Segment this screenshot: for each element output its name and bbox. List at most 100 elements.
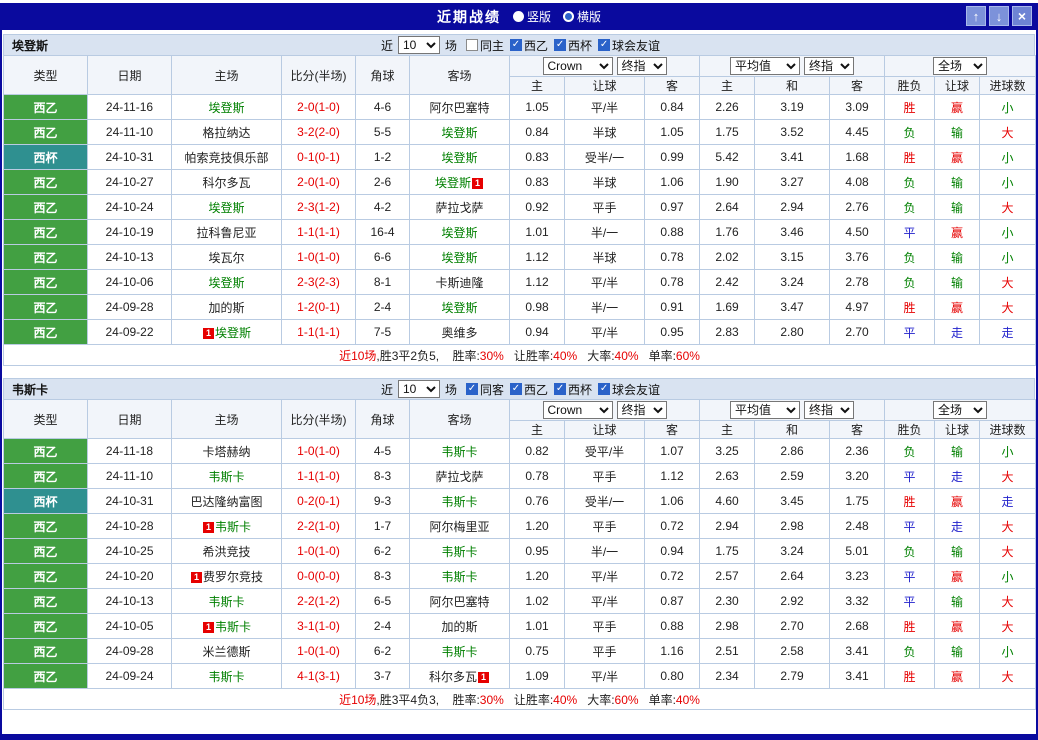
- asian-handicap-line: 受平/半: [564, 438, 645, 464]
- team-name-text: 韦斯卡: [441, 444, 478, 459]
- same-venue-checkbox[interactable]: ✓ 同客: [465, 381, 504, 398]
- asian-odds-type-select[interactable]: 终指: [616, 57, 667, 75]
- checkbox-icon: ✓: [510, 39, 522, 51]
- recent-count-select[interactable]: 10: [397, 380, 440, 398]
- euro-away-odds: 1.68: [829, 144, 885, 170]
- asian-home-odds: 0.76: [509, 488, 565, 514]
- checkbox-icon: ✓: [554, 383, 567, 395]
- scope-select[interactable]: 全场: [933, 57, 988, 75]
- home-team-cell: 1 韦斯卡: [171, 613, 282, 639]
- league-filter-checkbox-2[interactable]: ✓ 球会友谊: [598, 37, 660, 54]
- match-date: 24-09-28: [87, 638, 172, 664]
- window-title: 近期战绩: [436, 8, 501, 25]
- column-header-score: 比分(半场): [281, 55, 356, 95]
- goals-result: 小: [978, 244, 1037, 270]
- scope-select[interactable]: 全场: [933, 401, 988, 419]
- win-loss-result: 胜: [884, 663, 935, 689]
- euro-home-odds: 1.75: [699, 119, 755, 145]
- euro-home-odds: 2.64: [699, 194, 755, 220]
- match-row: 西乙 24-09-28 加的斯 1-2(0-1) 2-4 埃登斯 0.98 半/一 0.91 1.…: [3, 294, 1037, 320]
- league-badge: 西杯: [3, 144, 88, 170]
- recent-count-select[interactable]: 10: [397, 36, 440, 54]
- asian-home-odds: 1.01: [509, 613, 565, 639]
- layout-vertical-radio[interactable]: 竖版: [512, 8, 551, 25]
- layout-horizontal-radio[interactable]: 横版: [563, 8, 601, 25]
- asian-away-odds: 0.87: [644, 588, 700, 614]
- euro-average-select[interactable]: 平均值: [730, 401, 800, 419]
- asian-handicap-line: 平/半: [564, 319, 645, 345]
- handicap-result: 输: [934, 269, 980, 295]
- euro-home-header: 主: [699, 420, 755, 439]
- euro-odds-type-select[interactable]: 终指: [804, 57, 854, 75]
- handicap-result: 赢: [934, 144, 980, 170]
- win-loss-result: 负: [884, 244, 935, 270]
- euro-away-odds: 3.09: [829, 94, 885, 120]
- asian-home-odds: 1.12: [509, 244, 565, 270]
- home-team-cell: 米兰德斯: [171, 638, 282, 664]
- red-card-badge: 1: [202, 521, 214, 533]
- asian-away-odds: 0.94: [644, 538, 700, 564]
- team-name-text: 加的斯: [208, 300, 245, 315]
- home-team-cell: 加的斯: [171, 294, 282, 320]
- league-badge: 西乙: [3, 638, 88, 664]
- match-score: 1-0(1-0): [281, 244, 356, 270]
- column-header-away: 客场: [409, 55, 510, 95]
- team-name-text: 帕索竞技俱乐部: [184, 150, 269, 165]
- away-team-cell: 韦斯卡: [409, 638, 510, 664]
- match-score: 3-1(1-0): [281, 613, 356, 639]
- league-filter-checkbox-1[interactable]: ✓ 西杯: [554, 381, 592, 398]
- match-score: 1-1(1-1): [281, 319, 356, 345]
- team-name-text: 埃登斯: [441, 125, 478, 140]
- asian-odds-dropdowns: Crown 终指: [509, 55, 700, 77]
- league-filter-checkbox-2[interactable]: ✓ 球会友谊: [598, 381, 660, 398]
- move-up-button[interactable]: ↑: [966, 6, 986, 26]
- move-down-button[interactable]: ↓: [989, 6, 1009, 26]
- same-venue-checkbox[interactable]: 同主: [465, 37, 504, 54]
- match-date: 24-09-22: [87, 319, 172, 345]
- home-team-cell: 埃瓦尔: [171, 244, 282, 270]
- away-team-cell: 萨拉戈萨: [409, 463, 510, 489]
- league-filter-checkbox-0[interactable]: ✓ 西乙: [510, 37, 548, 54]
- bookmaker-select[interactable]: Crown: [542, 57, 613, 75]
- league-filter-checkbox-0[interactable]: ✓ 西乙: [510, 381, 548, 398]
- asian-away-odds: 0.91: [644, 294, 700, 320]
- euro-home-odds: 5.42: [699, 144, 755, 170]
- euro-away-odds: 1.75: [829, 488, 885, 514]
- goals-result: 小: [978, 219, 1037, 245]
- goals-result: 大: [978, 513, 1037, 539]
- win-loss-result: 平: [884, 219, 935, 245]
- summary-stat-label: 大率:: [587, 692, 615, 707]
- away-team-cell: 埃登斯: [409, 119, 510, 145]
- bookmaker-select[interactable]: Crown: [542, 401, 613, 419]
- euro-odds-type-select[interactable]: 终指: [804, 401, 854, 419]
- close-button[interactable]: ×: [1012, 6, 1032, 26]
- euro-draw-odds: 3.19: [754, 94, 830, 120]
- euro-draw-header: 和: [754, 420, 830, 439]
- team-name-text: 埃登斯: [441, 150, 478, 165]
- euro-home-odds: 2.57: [699, 563, 755, 589]
- handicap-result: 走: [934, 463, 980, 489]
- asian-away-odds: 1.05: [644, 119, 700, 145]
- asian-handicap-line: 半球: [564, 169, 645, 195]
- handicap-result: 输: [934, 194, 980, 220]
- team-name-text: 埃登斯: [208, 275, 245, 290]
- league-filter-checkbox-1[interactable]: ✓ 西杯: [554, 37, 592, 54]
- checkbox-icon: ✓: [465, 383, 478, 395]
- match-date: 24-10-28: [87, 513, 172, 539]
- euro-away-odds: 3.41: [829, 638, 885, 664]
- asian-odds-type-select[interactable]: 终指: [616, 401, 667, 419]
- asian-home-odds: 0.95: [509, 538, 565, 564]
- titlebar: 近期战绩 竖版 横版 ↑ ↓ ×: [2, 3, 1036, 30]
- away-team-cell: 阿尔梅里亚: [409, 513, 510, 539]
- euro-home-odds: 4.60: [699, 488, 755, 514]
- win-loss-result: 负: [884, 538, 935, 564]
- column-header-date: 日期: [87, 399, 172, 439]
- team-name-text: 奥维多: [441, 325, 478, 340]
- team-name-text: 韦斯卡: [214, 519, 251, 534]
- team-name-text: 巴达隆纳富图: [190, 494, 263, 509]
- corner-stat: 4-5: [355, 438, 410, 464]
- match-row: 西乙 24-10-06 埃登斯 2-3(2-3) 8-1 卡斯迪隆 1.12 平/半 0.78 2…: [3, 269, 1037, 295]
- league-filter-checkbox-2-label: 球会友谊: [612, 382, 661, 397]
- euro-average-select[interactable]: 平均值: [730, 57, 800, 75]
- asian-handicap-line: 半/一: [564, 538, 645, 564]
